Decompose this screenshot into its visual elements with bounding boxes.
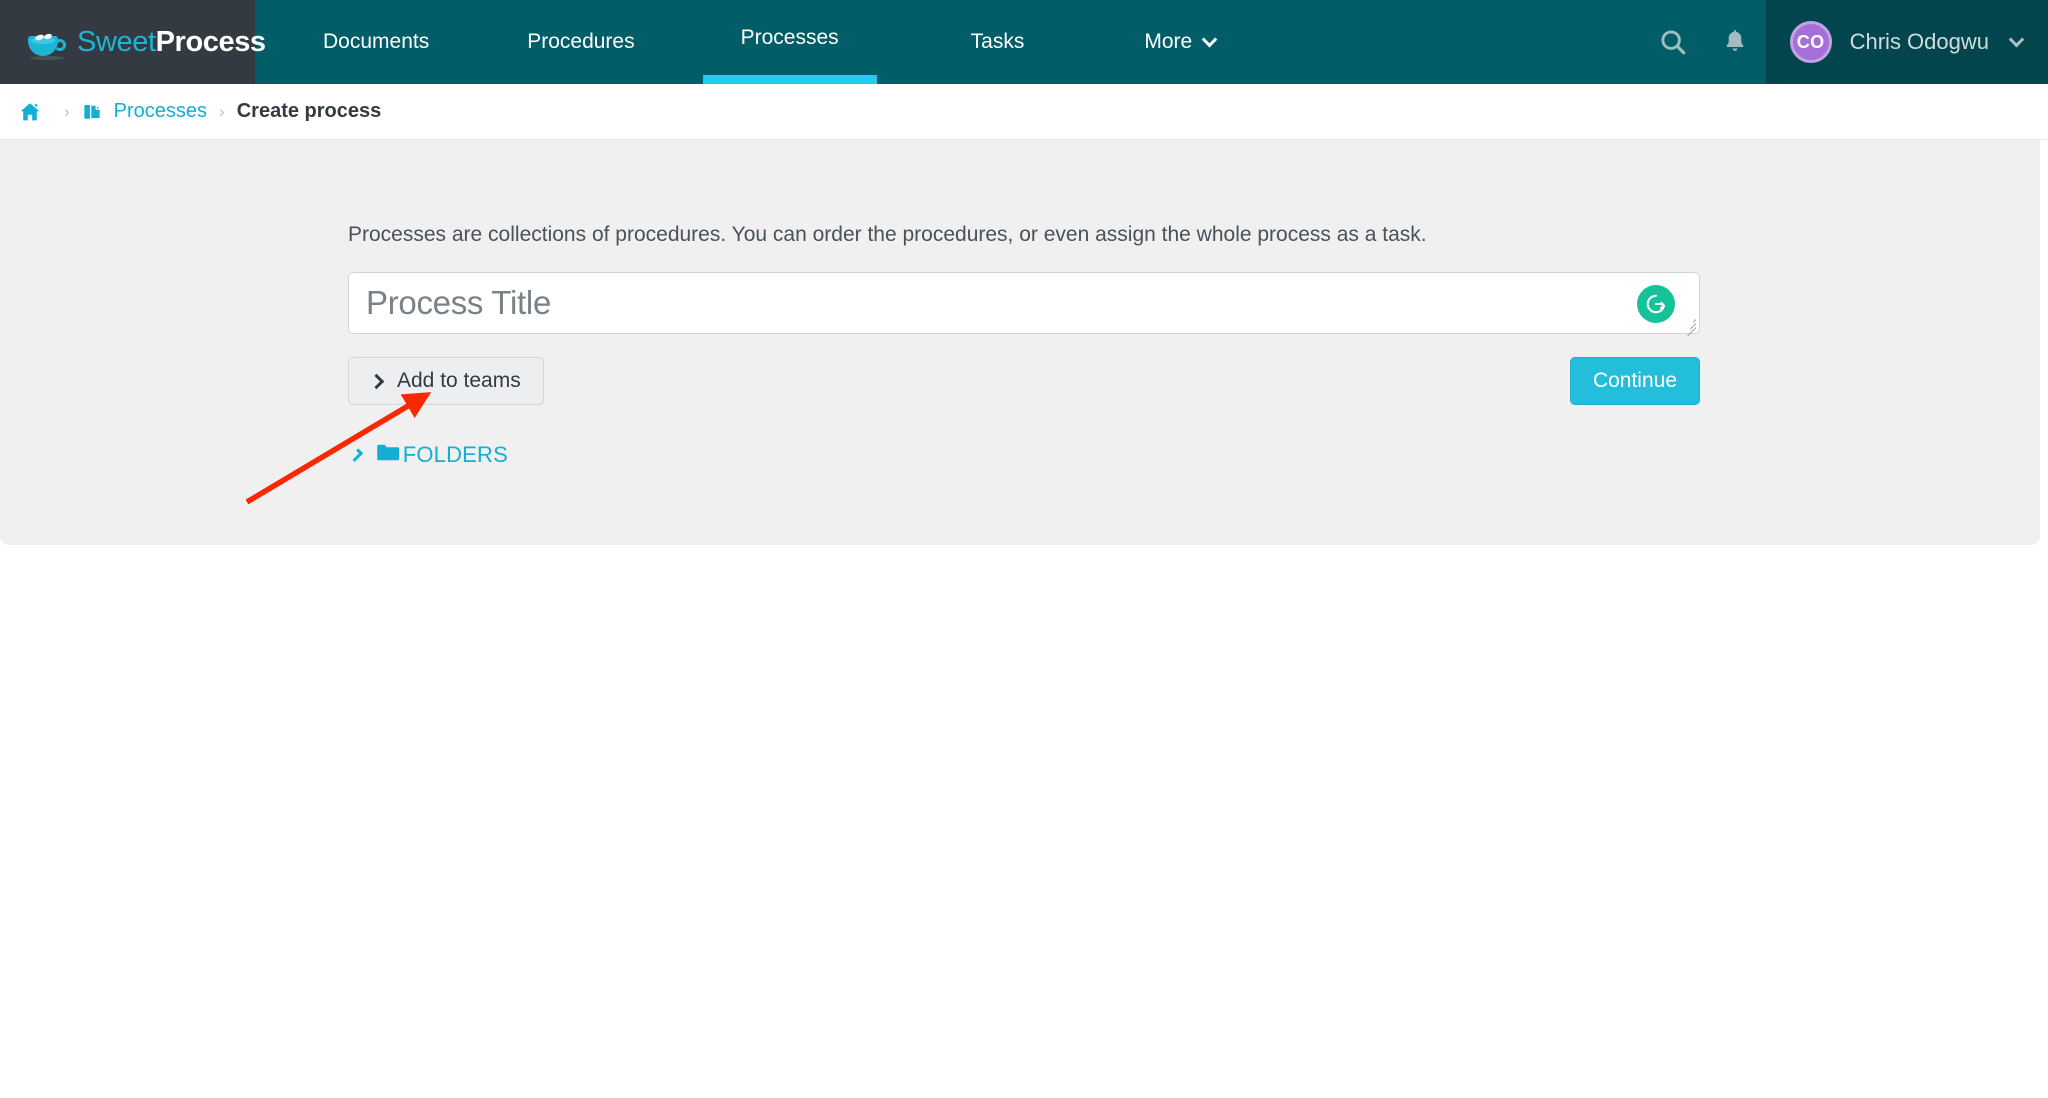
grammarly-icon[interactable]	[1637, 285, 1675, 324]
search-icon	[1661, 30, 1685, 55]
form-description: Processes are collections of procedures.…	[348, 223, 1427, 246]
breadcrumb-label-processes: Processes	[113, 100, 208, 122]
form-actions-row: Add to teams Continue	[348, 357, 1700, 406]
avatar: CO	[1789, 21, 1832, 63]
breadcrumb-separator: ›	[64, 101, 70, 121]
nav-item-processes[interactable]: Processes	[702, 0, 877, 84]
nav-label-documents: Documents	[323, 30, 430, 53]
main-nav-items: Documents Procedures Processes Tasks Mor…	[255, 0, 1642, 84]
documents-icon	[82, 101, 104, 123]
notifications-button[interactable]	[1704, 0, 1766, 84]
add-to-teams-button[interactable]: Add to teams	[348, 357, 544, 406]
chevron-right-icon	[368, 373, 385, 390]
home-icon	[18, 100, 42, 124]
nav-label-processes: Processes	[740, 26, 839, 49]
top-navigation-bar: SweetProcess Documents Procedures Proces…	[0, 0, 2048, 84]
process-title-input[interactable]: Process Title	[348, 272, 1700, 337]
breadcrumb-item-processes[interactable]: Processes	[82, 100, 207, 123]
nav-label-tasks: Tasks	[970, 30, 1025, 53]
nav-item-tasks[interactable]: Tasks	[933, 0, 1063, 84]
nav-item-procedures[interactable]: Procedures	[489, 0, 672, 84]
nav-right-controls: CO Chris Odogwu	[1642, 0, 2048, 84]
coffee-cup-logo-icon	[26, 25, 68, 60]
app-logo[interactable]: SweetProcess	[0, 0, 266, 84]
nav-label-more: More	[1144, 30, 1193, 53]
chevron-right-icon	[349, 448, 363, 462]
process-title-placeholder: Process Title	[366, 284, 551, 322]
continue-label: Continue	[1592, 369, 1677, 393]
folders-label: FOLDERS	[402, 442, 508, 468]
nav-item-more[interactable]: More	[1106, 0, 1253, 84]
breadcrumb-current-page: Create process	[236, 100, 382, 122]
chevron-down-icon	[2008, 31, 2025, 47]
user-name-label: Chris Odogwu	[1849, 29, 1989, 54]
breadcrumb-separator: ›	[219, 101, 225, 121]
breadcrumb-home-link[interactable]	[18, 100, 52, 124]
nav-label-procedures: Procedures	[527, 30, 635, 53]
logo-text-process: Process	[155, 25, 266, 58]
folders-toggle[interactable]: FOLDERS	[348, 442, 508, 468]
add-to-teams-label: Add to teams	[397, 369, 521, 393]
create-process-form: Processes are collections of procedures.…	[348, 140, 1700, 468]
create-process-panel: Processes are collections of procedures.…	[0, 140, 2040, 545]
active-tab-underline	[702, 75, 877, 84]
chevron-down-icon	[1201, 31, 1218, 47]
folder-icon	[376, 443, 400, 468]
nav-item-documents[interactable]: Documents	[285, 0, 467, 84]
logo-wordmark: SweetProcess	[77, 25, 266, 58]
textarea-resize-handle[interactable]	[1682, 316, 1697, 337]
user-menu[interactable]: CO Chris Odogwu	[1765, 0, 2048, 84]
search-button[interactable]	[1642, 0, 1704, 84]
continue-button[interactable]: Continue	[1569, 357, 1700, 406]
bell-icon	[1726, 29, 1743, 51]
breadcrumb: › Processes › Create process	[0, 84, 2048, 140]
logo-text-sweet: Sweet	[77, 25, 156, 58]
